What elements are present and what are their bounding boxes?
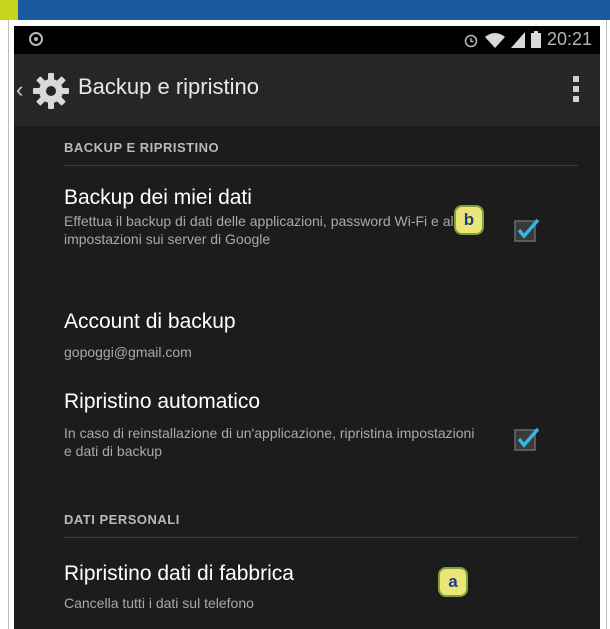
callout-badge-a: a — [438, 567, 468, 597]
phone-screen: 20:21 ‹ Backup e ripristino BACKUP E RIP… — [14, 26, 600, 629]
callout-badge-b: b — [454, 205, 484, 235]
backup-account-title[interactable]: Account di backup — [64, 310, 236, 334]
backup-data-summary: Effettua il backup di dati delle applica… — [64, 213, 470, 247]
section-header-personal: DATI PERSONALI — [64, 512, 180, 527]
gear-icon[interactable] — [32, 72, 70, 110]
factory-reset-summary: Cancella tutti i dati sul telefono — [64, 595, 254, 611]
notification-icon — [29, 32, 43, 46]
divider — [64, 537, 578, 538]
factory-reset-title[interactable]: Ripristino dati di fabbrica — [64, 562, 294, 586]
backup-data-title[interactable]: Backup dei miei dati — [64, 186, 252, 210]
auto-restore-summary: In caso di reinstallazione di un'applica… — [64, 425, 475, 459]
action-bar: ‹ Backup e ripristino — [14, 54, 600, 126]
backup-account-email: gopoggi@gmail.com — [64, 344, 192, 360]
divider — [64, 165, 578, 166]
alarm-icon — [464, 34, 478, 47]
page-title: Backup e ripristino — [78, 74, 259, 99]
frame-left-border — [8, 20, 9, 629]
section-header-backup: BACKUP E RIPRISTINO — [64, 140, 220, 155]
magazine-header-tab — [0, 0, 18, 20]
backup-data-checkbox[interactable] — [514, 216, 540, 242]
wifi-icon — [484, 32, 505, 48]
status-bar: 20:21 — [14, 26, 600, 54]
magazine-header-bar — [0, 0, 610, 20]
overflow-menu-icon[interactable] — [572, 76, 580, 106]
frame-right-border — [606, 20, 607, 629]
clock: 20:21 — [546, 29, 592, 49]
auto-restore-checkbox[interactable] — [514, 425, 540, 451]
chevron-left-icon[interactable]: ‹ — [16, 78, 28, 102]
signal-icon — [510, 31, 525, 48]
auto-restore-title[interactable]: Ripristino automatico — [64, 390, 260, 414]
battery-icon — [530, 31, 541, 48]
